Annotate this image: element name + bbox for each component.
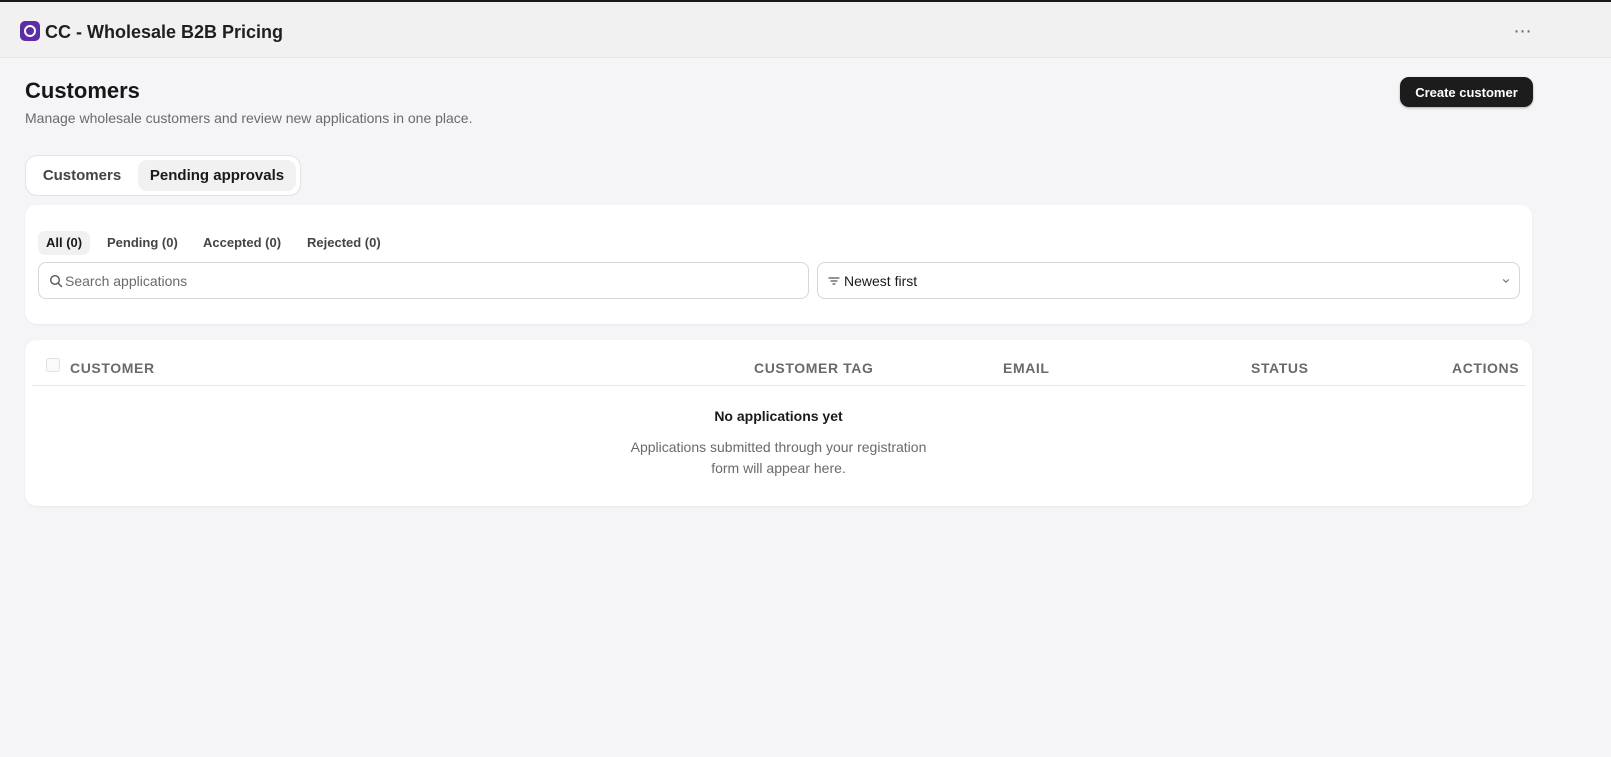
filter-all[interactable]: All (0) [38, 231, 91, 255]
column-header-customer[interactable]: CUSTOMER [70, 360, 155, 376]
more-options-icon[interactable]: ⋯ [1507, 18, 1539, 44]
filter-rejected[interactable]: Rejected (0) [299, 231, 389, 255]
app-logo-icon [20, 21, 40, 41]
sort-select[interactable]: Newest first [817, 262, 1520, 299]
select-all-checkbox[interactable] [46, 358, 60, 372]
chevron-down-icon [1502, 279, 1510, 284]
app-header: CC - Wholesale B2B Pricing ⋯ [0, 2, 1611, 58]
filter-card: All (0) Pending (0) Accepted (0) Rejecte… [25, 205, 1532, 324]
app-title: CC - Wholesale B2B Pricing [45, 22, 284, 42]
empty-state-title: No applications yet [714, 408, 843, 424]
column-header-actions: ACTIONS [1452, 360, 1520, 376]
sort-value: Newest first [844, 273, 918, 289]
page-subtitle: Manage wholesale customers and review ne… [25, 110, 473, 126]
tab-bar: Customers Pending approvals [25, 155, 301, 196]
empty-state-description: Applications submitted through your regi… [630, 439, 927, 476]
table-header: CUSTOMER CUSTOMER TAG EMAIL STATUS ACTIO… [32, 340, 1526, 386]
search-input[interactable] [65, 263, 795, 298]
column-header-status[interactable]: STATUS [1251, 360, 1309, 376]
applications-table: CUSTOMER CUSTOMER TAG EMAIL STATUS ACTIO… [25, 340, 1532, 506]
filter-pending[interactable]: Pending (0) [99, 231, 186, 255]
sort-icon [828, 277, 840, 285]
tab-pending-approvals[interactable]: Pending approvals [138, 160, 296, 191]
column-header-email[interactable]: EMAIL [1003, 360, 1050, 376]
column-header-customer-tag[interactable]: CUSTOMER TAG [754, 360, 873, 376]
tab-customers[interactable]: Customers [32, 160, 132, 191]
page-title: Customers [25, 78, 140, 103]
filter-accepted[interactable]: Accepted (0) [195, 231, 289, 255]
create-customer-button[interactable]: Create customer [1400, 77, 1533, 107]
search-icon [49, 274, 63, 288]
search-box[interactable] [38, 262, 809, 299]
